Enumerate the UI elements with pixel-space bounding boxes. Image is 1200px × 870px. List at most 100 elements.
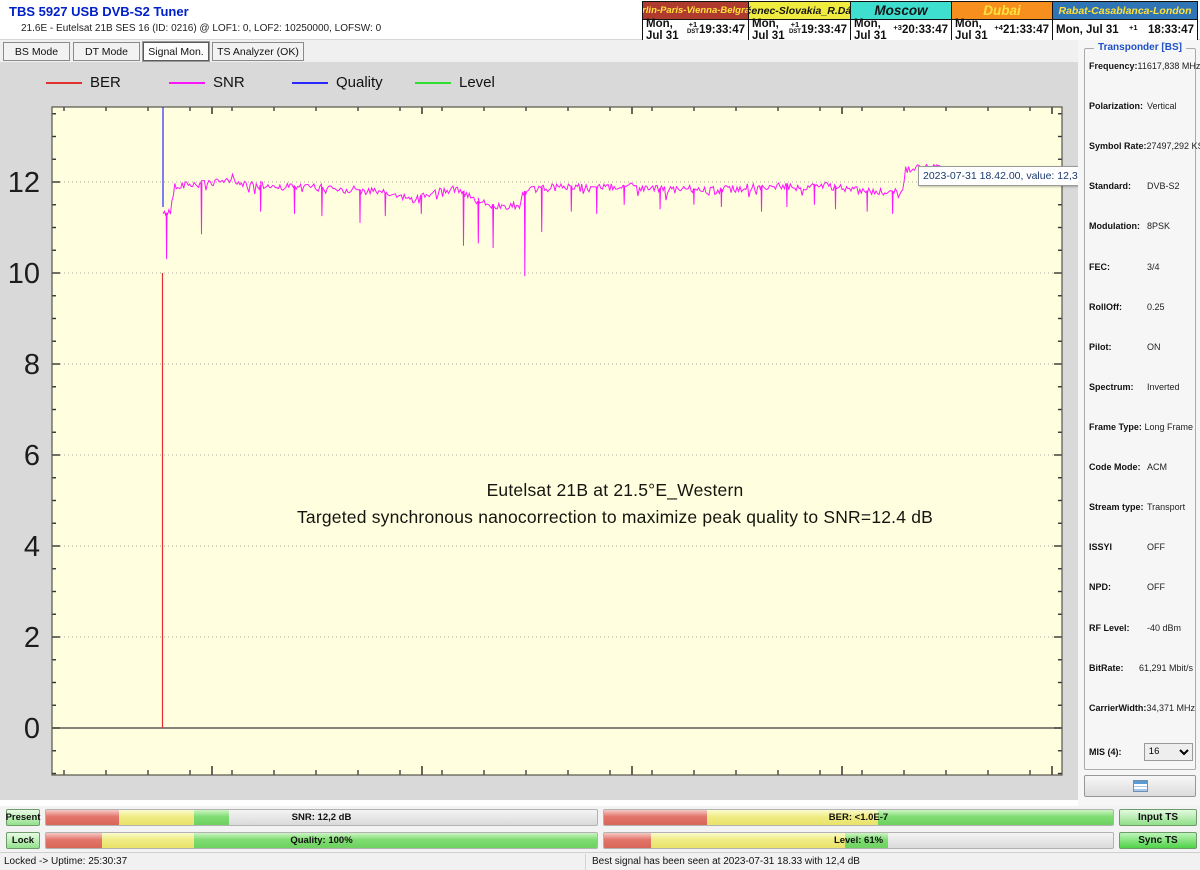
- tab-bs-mode[interactable]: BS Mode: [3, 42, 70, 61]
- clock-date: Mon, Jul 31: [1056, 24, 1119, 36]
- level-meter-label: Level: 61%: [604, 833, 1113, 848]
- clock-city-rabat: Rabat-Casablanca-London: [1053, 2, 1197, 20]
- svg-text:2: 2: [24, 622, 40, 654]
- clock-date: Mon, Jul 31: [854, 18, 893, 42]
- clock-time-value: 19:33:47: [699, 24, 745, 36]
- legend-item-quality: Quality: [292, 74, 415, 91]
- field-stream-type: Stream type:Transport: [1089, 502, 1193, 512]
- tab-strip: BS Mode DT Mode Signal Mon. TS Analyzer …: [0, 40, 1078, 62]
- tab-ts-analyzer[interactable]: TS Analyzer (OK): [212, 42, 304, 61]
- clock-date: Mon, Jul 31: [955, 18, 994, 42]
- clock-time-value: 21:33:47: [1003, 24, 1049, 36]
- field-pilot: Pilot:ON: [1089, 342, 1193, 352]
- transponder-title: Transponder [BS]: [1094, 42, 1186, 53]
- svg-text:6: 6: [24, 440, 40, 472]
- quality-line-swatch: [292, 82, 328, 84]
- clock-time-moscow: Mon, Jul 31 +3 20:33:47: [851, 20, 952, 40]
- world-clocks: Berlin-Paris-Vienna-Belgrade Lučenec-Slo…: [642, 1, 1198, 40]
- transponder-fields: Frequency:11617,838 MHz Polarization:Ver…: [1089, 61, 1193, 761]
- clock-date: Mon, Jul 31: [646, 18, 687, 42]
- stripes-icon: [1133, 780, 1148, 792]
- field-carrier-width: CarrierWidth:34,371 MHz: [1089, 703, 1193, 713]
- snr-meter: SNR: 12,2 dB: [45, 809, 598, 826]
- svg-text:8: 8: [24, 349, 40, 381]
- transponder-groupbox: Transponder [BS] Frequency:11617,838 MHz…: [1084, 48, 1196, 770]
- present-button[interactable]: Present: [6, 809, 40, 826]
- svg-text:0: 0: [24, 713, 40, 745]
- field-rf-level: RF Level:-40 dBm: [1089, 623, 1193, 633]
- utc-offset: +1DST: [789, 21, 801, 35]
- clock-time-berlin: Mon, Jul 31 +1DST 19:33:47: [643, 20, 749, 40]
- annotation-line-1: Eutelsat 21B at 21.5°E_Western: [150, 477, 1080, 504]
- clock-time-value: 20:33:47: [902, 24, 948, 36]
- clock-time-dubai: Mon, Jul 31 +4 21:33:47: [952, 20, 1053, 40]
- field-rolloff: RollOff:0.25: [1089, 302, 1193, 312]
- mis-select[interactable]: 16: [1144, 743, 1193, 761]
- lock-uptime-status: Locked -> Uptime: 25:30:37: [4, 856, 127, 867]
- sync-ts-button[interactable]: Sync TS: [1119, 832, 1197, 849]
- field-polarization: Polarization:Vertical: [1089, 101, 1193, 111]
- field-spectrum: Spectrum:Inverted: [1089, 382, 1193, 392]
- snr-chart[interactable]: 0 2 4 6 8 10 12: [0, 62, 1078, 800]
- input-ts-button[interactable]: Input TS: [1119, 809, 1197, 826]
- tab-dt-mode[interactable]: DT Mode: [73, 42, 140, 61]
- annotation-line-2: Targeted synchronous nanocorrection to m…: [150, 504, 1080, 531]
- ber-meter-label: BER: <1.0E-7: [604, 810, 1113, 825]
- transponder-summary: 21.6E - Eutelsat 21B SES 16 (ID: 0216) @…: [21, 23, 381, 34]
- svg-text:12: 12: [8, 167, 40, 199]
- status-bar: Locked -> Uptime: 25:30:37 Best signal h…: [0, 852, 1200, 870]
- lock-button[interactable]: Lock: [6, 832, 40, 849]
- field-issyi: ISSYIOFF: [1089, 542, 1193, 552]
- utc-offset: +1: [1129, 24, 1138, 32]
- field-modulation: Modulation:8PSK: [1089, 221, 1193, 231]
- utc-offset: +4: [994, 24, 1003, 32]
- status-separator: [585, 854, 586, 870]
- app-title: TBS 5927 USB DVB-S2 Tuner: [9, 4, 189, 19]
- field-npd: NPD:OFF: [1089, 582, 1193, 592]
- chart-annotation: Eutelsat 21B at 21.5°E_Western Targeted …: [150, 477, 1080, 531]
- ber-meter: BER: <1.0E-7: [603, 809, 1114, 826]
- chart-legend: BER SNR Quality Level: [46, 74, 538, 91]
- snr-meter-label: SNR: 12,2 dB: [46, 810, 597, 825]
- signal-chart-panel: 0 2 4 6 8 10 12 BER SNR Quality Level Eutelsat…: [0, 62, 1078, 800]
- best-signal-status: Best signal has been seen at 2023-07-31 …: [592, 856, 860, 867]
- field-fec: FEC:3/4: [1089, 262, 1193, 272]
- legend-label: BER: [90, 74, 121, 91]
- level-line-swatch: [415, 82, 451, 84]
- legend-label: Quality: [336, 74, 383, 91]
- svg-text:10: 10: [8, 258, 40, 290]
- clock-time-value: 19:33:47: [801, 24, 847, 36]
- sidebar: Transponder [BS] Frequency:11617,838 MHz…: [1078, 40, 1200, 852]
- utc-offset: +1DST: [687, 21, 699, 35]
- chart-tooltip: 2023-07-31 18.42.00, value: 12,399999618…: [918, 166, 1085, 186]
- field-mis: MIS (4): 16: [1089, 743, 1193, 761]
- tuner-app-window: TBS 5927 USB DVB-S2 Tuner 21.6E - Eutels…: [0, 0, 1200, 870]
- field-frequency: Frequency:11617,838 MHz: [1089, 61, 1193, 71]
- legend-label: SNR: [213, 74, 245, 91]
- legend-label: Level: [459, 74, 495, 91]
- svg-text:4: 4: [24, 531, 40, 563]
- meter-row-2: Lock Quality: 100% Level: 61% Sync TS: [6, 831, 1198, 849]
- ber-line-swatch: [46, 82, 82, 84]
- quality-meter: Quality: 100%: [45, 832, 598, 849]
- utc-offset: +3: [893, 24, 902, 32]
- legend-item-level: Level: [415, 74, 538, 91]
- header: TBS 5927 USB DVB-S2 Tuner 21.6E - Eutels…: [0, 0, 1200, 40]
- field-frame-type: Frame Type:Long Frame: [1089, 422, 1193, 432]
- field-standard: Standard:DVB-S2: [1089, 181, 1193, 191]
- field-code-mode: Code Mode:ACM: [1089, 462, 1193, 472]
- signal-meters: Present SNR: 12,2 dB BER: <1.0E-7 Input …: [0, 806, 1200, 852]
- ts-panel-button[interactable]: [1084, 775, 1196, 797]
- level-meter: Level: 61%: [603, 832, 1114, 849]
- field-bitrate: BitRate:61,291 Mbit/s: [1089, 663, 1193, 673]
- clock-date: Mon, Jul 31: [752, 18, 789, 42]
- clock-time-lucenec: Mon, Jul 31 +1DST 19:33:47: [749, 20, 851, 40]
- snr-line-swatch: [169, 82, 205, 84]
- meter-row-1: Present SNR: 12,2 dB BER: <1.0E-7 Input …: [6, 808, 1198, 826]
- tab-signal-mon[interactable]: Signal Mon.: [143, 42, 209, 61]
- legend-item-ber: BER: [46, 74, 169, 91]
- legend-item-snr: SNR: [169, 74, 292, 91]
- field-symbol-rate: Symbol Rate:27497,292 KS/s: [1089, 141, 1193, 151]
- quality-meter-label: Quality: 100%: [46, 833, 597, 848]
- clock-time-rabat: Mon, Jul 31 +1 18:33:47: [1053, 20, 1197, 40]
